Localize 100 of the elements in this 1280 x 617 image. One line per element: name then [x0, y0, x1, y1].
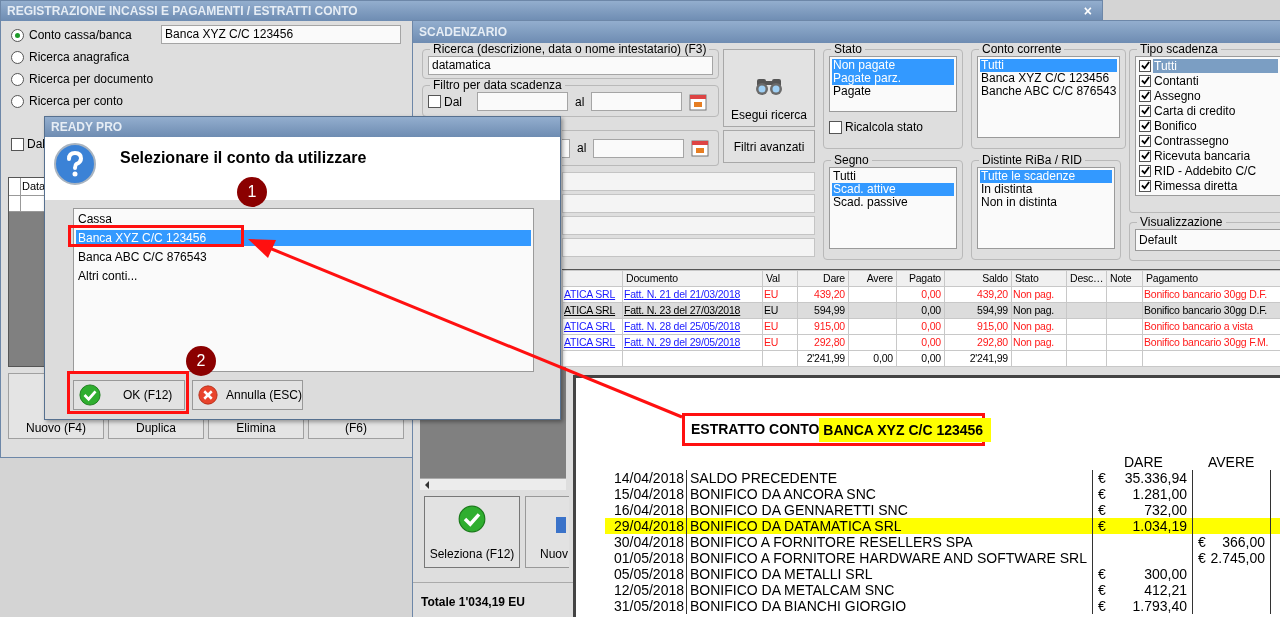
table-cell: Bonifico bancario 30gg D.F. — [1144, 304, 1267, 316]
column-header[interactable]: Dare — [797, 270, 849, 287]
table-cell: 915,00 — [814, 320, 845, 332]
column-header: AVERE — [1207, 454, 1255, 470]
radio-button[interactable]: Ricerca anagrafica — [11, 47, 154, 67]
table-cell: EU — [764, 320, 779, 332]
table-cell: 594,99 — [814, 304, 845, 316]
select-button[interactable]: Seleziona (F12) — [424, 496, 520, 568]
list-item[interactable]: Cassa — [76, 211, 531, 227]
list-item[interactable]: Contrassegno — [1153, 133, 1278, 148]
table-cell: Non pag. — [1013, 304, 1054, 316]
table-cell: Bonifico bancario 30gg F.M. — [1144, 336, 1269, 348]
description-cell: BONIFICO DA METALLI SRL — [690, 566, 873, 582]
list-item[interactable]: RID - Addebito C/C — [1153, 163, 1278, 178]
amount-cell: 35.336,94 — [1124, 470, 1187, 486]
description-cell: BONIFICO DA DATAMATICA SRL — [690, 518, 902, 534]
list-item[interactable]: Scad. passive — [832, 196, 954, 209]
input-field[interactable]: Banca XYZ C/C 123456 — [161, 25, 401, 44]
date-cell: 31/05/2018 — [613, 598, 684, 614]
column-header[interactable]: Val — [762, 270, 798, 287]
date-cell: 30/04/2018 — [613, 534, 684, 550]
list-item[interactable]: Banche ABC C/C 876543 — [980, 85, 1118, 98]
input-field[interactable]: datamatica — [428, 56, 713, 75]
date-cell: 12/05/2018 — [613, 582, 684, 598]
table-cell: 439,20 — [977, 288, 1008, 300]
description-cell: BONIFICO DA ANCORA SNC — [690, 486, 876, 502]
amount-cell: 366,00 — [1222, 534, 1265, 550]
column-header[interactable]: Desc… — [1066, 270, 1107, 287]
date-cell: 01/05/2018 — [613, 550, 684, 566]
table-cell: 0,00 — [921, 304, 941, 316]
list-item[interactable]: Assegno — [1153, 88, 1278, 103]
list-item[interactable]: Non in distinta — [980, 196, 1112, 209]
date-cell: 29/04/2018 — [613, 518, 684, 534]
description-cell: BONIFICO DA GENNARETTI SNC — [690, 502, 908, 518]
column-header[interactable]: Note — [1106, 270, 1143, 287]
date-cell: 05/05/2018 — [613, 566, 684, 582]
table-cell: 0,00 — [921, 288, 941, 300]
description-cell: SALDO PRECEDENTE — [690, 470, 838, 486]
date-cell: 15/04/2018 — [613, 486, 684, 502]
total-cell: 0,00 — [921, 352, 941, 364]
description-cell: BONIFICO A FORNITORE HARDWARE AND SOFTWARE SRL — [690, 550, 1087, 566]
list-item[interactable]: Pagate — [832, 85, 954, 98]
date-cell: 14/04/2018 — [613, 470, 684, 486]
checkbox[interactable]: Ricalcola stato — [829, 118, 957, 136]
total-cell: 2'241,99 — [806, 352, 845, 364]
radio-button[interactable]: Conto cassa/banca — [11, 25, 154, 45]
table-cell: Non pag. — [1013, 336, 1054, 348]
table-cell: 915,00 — [977, 320, 1008, 332]
description-cell: BONIFICO A FORNITORE RESELLERS SPA — [690, 534, 973, 550]
table-cell: 594,99 — [977, 304, 1008, 316]
checkbox[interactable]: Dal — [428, 92, 470, 111]
list-item[interactable]: Banca ABC C/C 876543 — [76, 249, 531, 265]
column-header[interactable]: Avere — [848, 270, 897, 287]
window-title: SCADENZARIO — [419, 24, 507, 41]
amount-cell: 1.281,00 — [1132, 486, 1187, 502]
column-header[interactable]: Saldo — [944, 270, 1012, 287]
amount-cell: 1.793,40 — [1132, 598, 1187, 614]
table-cell: 292,80 — [814, 336, 845, 348]
table-cell: 0,00 — [921, 336, 941, 348]
total-label: Totale 1'034,19 EU — [421, 595, 525, 609]
list-item[interactable]: Rimessa diretta — [1153, 178, 1278, 193]
statement-title: ESTRATTO CONTO — [691, 420, 820, 439]
field-label: al — [575, 93, 585, 111]
list-item[interactable]: Bonifico — [1153, 118, 1278, 133]
group-title: Visualizzazione — [1139, 216, 1224, 229]
table-cell: Non pag. — [1013, 288, 1054, 300]
total-cell: 2'241,99 — [969, 352, 1008, 364]
list-item[interactable]: In distinta — [980, 183, 1112, 196]
column-header: Data — [21, 179, 46, 194]
currency-symbol: € — [1098, 470, 1106, 486]
column-header[interactable]: Pagamento — [1142, 270, 1280, 287]
amount-cell: 732,00 — [1144, 502, 1187, 518]
cancel-button[interactable]: Annulla (ESC) — [192, 380, 303, 410]
amount-cell: 2.745,00 — [1210, 550, 1265, 566]
table-cell: 0,00 — [921, 320, 941, 332]
radio-button[interactable]: Ricerca per documento — [11, 69, 154, 89]
table-cell: 439,20 — [814, 288, 845, 300]
currency-symbol: € — [1098, 566, 1106, 582]
column-header[interactable]: Stato — [1011, 270, 1067, 287]
amount-cell: 1.034,19 — [1132, 518, 1187, 534]
list-item[interactable]: Carta di credito — [1153, 103, 1278, 118]
advanced-filter-button[interactable]: Filtri avanzati — [723, 130, 815, 163]
list-item[interactable]: Contanti — [1153, 73, 1278, 88]
list-item[interactable]: Altri conti... — [76, 268, 531, 284]
view-dropdown[interactable]: Default — [1135, 229, 1280, 251]
amount-cell: 300,00 — [1144, 566, 1187, 582]
column-header[interactable]: Pagato — [896, 270, 945, 287]
list-item[interactable]: Tutti — [832, 170, 954, 183]
search-button[interactable]: Esegui ricerca — [723, 49, 815, 127]
list-item[interactable]: Ricevuta bancaria — [1153, 148, 1278, 163]
ok-button[interactable]: OK (F12) — [73, 380, 185, 410]
group-title: Segno — [833, 154, 870, 167]
list-item[interactable]: Banca XYZ C/C 123456 — [980, 72, 1118, 85]
group-title: Ricerca (descrizione, data o nome intestatario) (F3) — [432, 43, 708, 56]
currency-symbol: € — [1198, 534, 1206, 550]
radio-button[interactable]: Ricerca per conto — [11, 91, 154, 111]
currency-symbol: € — [1098, 518, 1106, 534]
currency-symbol: € — [1098, 582, 1106, 598]
new-button[interactable]: Nuov — [525, 496, 569, 568]
column-header[interactable]: Documento — [622, 270, 763, 287]
